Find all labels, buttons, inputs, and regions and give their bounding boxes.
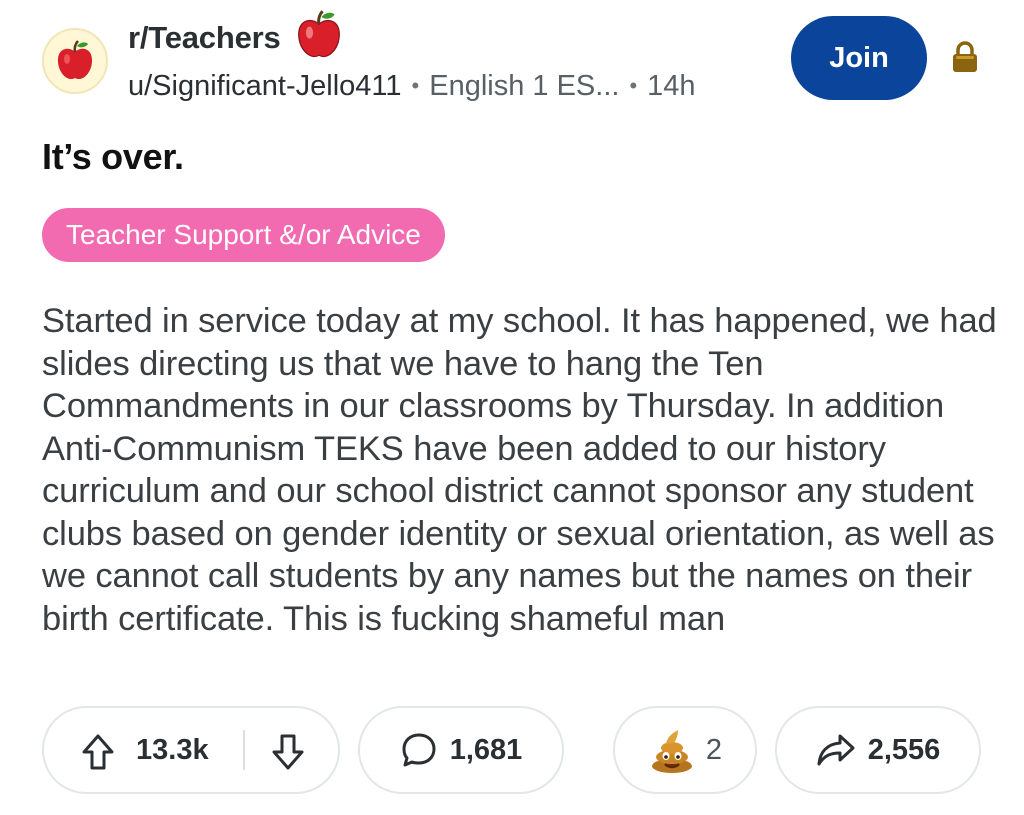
award-button[interactable]: 2: [613, 706, 757, 794]
vote-bar: 13.3k: [42, 706, 340, 794]
downvote-arrow-icon: [272, 734, 304, 770]
post-time: 14h: [647, 69, 696, 102]
share-button[interactable]: 2,556: [775, 706, 981, 794]
apple-icon: [57, 40, 93, 80]
post-flair[interactable]: Teacher Support &/or Advice: [42, 208, 445, 262]
vote-divider: [243, 730, 245, 770]
separator-dot: •: [629, 73, 638, 98]
apple-icon: [297, 10, 340, 57]
comments-button[interactable]: 1,681: [358, 706, 564, 794]
separator-dot: •: [411, 73, 420, 98]
subreddit-avatar[interactable]: [42, 28, 108, 94]
user-flair: English 1 ES...: [429, 69, 620, 102]
vote-count: 13.3k: [136, 733, 209, 766]
author-link[interactable]: u/Significant-Jello411: [128, 70, 402, 103]
share-count: 2,556: [867, 733, 941, 766]
post-body: Started in service today at my school. I…: [42, 302, 997, 638]
post-actions: 13.3k 1,681 2 2,556: [42, 706, 984, 796]
upvote-button[interactable]: [78, 730, 118, 774]
post-meta: u/Significant-Jello411 • English 1 ES...…: [128, 66, 696, 106]
downvote-button[interactable]: [268, 730, 308, 774]
post-header: r/Teachers u/Significant-Jello411 • Engl…: [40, 10, 1000, 106]
comment-count: 1,681: [449, 733, 523, 766]
comment-bubble-icon: [402, 733, 436, 767]
post-title[interactable]: It’s over.: [42, 136, 184, 178]
lock-icon: [953, 41, 977, 72]
poop-award-icon: [651, 730, 692, 773]
award-count: 2: [705, 733, 723, 766]
share-arrow-icon: [817, 734, 855, 766]
upvote-arrow-icon: [82, 734, 114, 770]
subreddit-name[interactable]: r/Teachers: [128, 20, 281, 56]
join-button[interactable]: Join: [791, 16, 927, 100]
